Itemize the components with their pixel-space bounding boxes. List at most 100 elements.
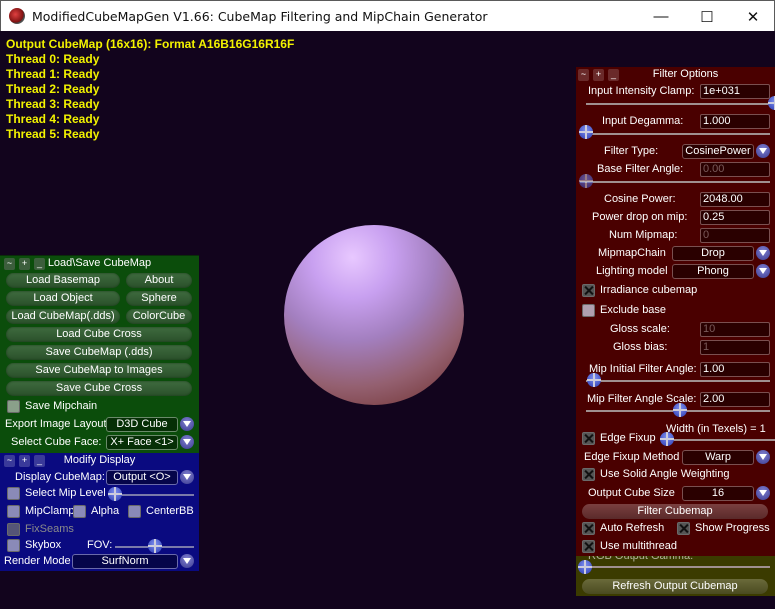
- degamma-slider-knob[interactable]: [579, 125, 593, 139]
- select-mip-level-label: Select Mip Level: [25, 487, 106, 499]
- save-cube-cross-button[interactable]: Save Cube Cross: [6, 381, 192, 396]
- close-button[interactable]: ✕: [730, 1, 775, 32]
- edge-fixup-method-dropdown[interactable]: Warp: [682, 450, 754, 465]
- chevron-down-icon[interactable]: [180, 470, 194, 484]
- base-filter-angle-label: Base Filter Angle:: [597, 163, 684, 175]
- minimize-button[interactable]: —: [638, 1, 684, 32]
- preview-sphere[interactable]: [284, 225, 464, 405]
- chevron-down-icon[interactable]: [180, 417, 194, 431]
- panel-header: Modify Display ~ + _: [0, 453, 199, 469]
- fov-slider-knob[interactable]: [148, 539, 162, 553]
- chevron-down-icon[interactable]: [756, 144, 770, 158]
- cube-face-dropdown[interactable]: X+ Face <1>: [106, 435, 178, 450]
- mip-initial-filter-angle-label: Mip Initial Filter Angle:: [589, 363, 697, 375]
- num-mipmap-field[interactable]: 0: [700, 228, 770, 243]
- save-cubemap-images-button[interactable]: Save CubeMap to Images: [6, 363, 192, 378]
- load-cubemap-dds-button[interactable]: Load CubeMap(.dds): [6, 309, 120, 324]
- status-thread-0: Thread 0: Ready: [6, 52, 100, 66]
- rgb-gamma-slider-track[interactable]: [580, 566, 770, 568]
- exclude-base-label: Exclude base: [600, 304, 667, 316]
- minimize-panel-icon[interactable]: _: [34, 455, 45, 467]
- chevron-down-icon[interactable]: [756, 486, 770, 500]
- use-multithread-checkbox[interactable]: [582, 540, 595, 553]
- output-cube-size-dropdown[interactable]: 16: [682, 486, 754, 501]
- input-intensity-clamp-label: Input Intensity Clamp:: [588, 85, 695, 97]
- about-button[interactable]: About: [126, 273, 192, 288]
- render-mode-dropdown[interactable]: SurfNorm: [72, 554, 178, 569]
- display-cubemap-label: Display CubeMap:: [15, 471, 105, 483]
- colorcube-button[interactable]: ColorCube: [126, 309, 192, 324]
- fixseams-label: FixSeams: [25, 523, 74, 535]
- base-filter-angle-slider-track[interactable]: [580, 181, 770, 183]
- intensity-clamp-slider-knob[interactable]: [768, 96, 775, 110]
- save-cubemap-dds-button[interactable]: Save CubeMap (.dds): [6, 345, 192, 360]
- mipclamp-checkbox[interactable]: [7, 505, 20, 518]
- skybox-checkbox[interactable]: [7, 539, 20, 552]
- sphere-button[interactable]: Sphere: [126, 291, 192, 306]
- irradiance-cubemap-checkbox[interactable]: [582, 284, 595, 297]
- title-bar: ModifiedCubeMapGen V1.66: CubeMap Filter…: [0, 0, 775, 31]
- filter-type-dropdown[interactable]: CosinePower: [682, 144, 754, 159]
- collapse-icon[interactable]: ~: [4, 455, 15, 467]
- mip-initial-filter-angle-field[interactable]: 1.00: [700, 362, 770, 377]
- degamma-slider-track[interactable]: [580, 133, 770, 135]
- cosine-power-field[interactable]: 2048.00: [700, 192, 770, 207]
- intensity-clamp-slider-track[interactable]: [586, 103, 772, 105]
- alpha-checkbox[interactable]: [73, 505, 86, 518]
- load-cube-cross-button[interactable]: Load Cube Cross: [6, 327, 192, 342]
- save-mipchain-checkbox[interactable]: [7, 400, 20, 413]
- minimize-panel-icon[interactable]: _: [608, 69, 619, 81]
- lighting-model-dropdown[interactable]: Phong: [672, 264, 754, 279]
- edge-fixup-checkbox[interactable]: [582, 432, 595, 445]
- base-filter-angle-slider-knob[interactable]: [579, 174, 593, 188]
- centerbb-label: CenterBB: [146, 505, 194, 517]
- mip-level-slider-knob[interactable]: [108, 487, 122, 501]
- lighting-model-label: Lighting model: [596, 265, 668, 277]
- solid-angle-weighting-label: Use Solid Angle Weighting: [600, 468, 730, 480]
- maximize-button[interactable]: ☐: [684, 1, 730, 32]
- mipmap-chain-dropdown[interactable]: Drop: [672, 246, 754, 261]
- edge-fixup-width-slider-knob[interactable]: [660, 432, 674, 446]
- export-layout-dropdown[interactable]: D3D Cube: [106, 417, 178, 432]
- collapse-icon[interactable]: ~: [4, 258, 15, 270]
- auto-refresh-checkbox[interactable]: [582, 522, 595, 535]
- chevron-down-icon[interactable]: [180, 554, 194, 568]
- mip-filter-angle-scale-field[interactable]: 2.00: [700, 392, 770, 407]
- fixseams-checkbox[interactable]: [7, 523, 20, 536]
- mip-angle-scale-slider-knob[interactable]: [673, 403, 687, 417]
- base-filter-angle-field[interactable]: 0.00: [700, 162, 770, 177]
- save-mipchain-label: Save Mipchain: [25, 400, 98, 412]
- power-drop-label: Power drop on mip:: [592, 211, 688, 223]
- expand-icon[interactable]: +: [593, 69, 604, 81]
- rgb-gamma-slider-knob[interactable]: [578, 560, 592, 574]
- load-basemap-button[interactable]: Load Basemap: [6, 273, 120, 288]
- gloss-scale-field[interactable]: 10: [700, 322, 770, 337]
- expand-icon[interactable]: +: [19, 258, 30, 270]
- input-degamma-field[interactable]: 1.000: [700, 114, 770, 129]
- chevron-down-icon[interactable]: [756, 264, 770, 278]
- solid-angle-weighting-checkbox[interactable]: [582, 468, 595, 481]
- expand-icon[interactable]: +: [19, 455, 30, 467]
- collapse-icon[interactable]: ~: [578, 69, 589, 81]
- show-progress-checkbox[interactable]: [677, 522, 690, 535]
- mip-initial-angle-slider-knob[interactable]: [587, 373, 601, 387]
- chevron-down-icon[interactable]: [756, 246, 770, 260]
- edge-fixup-label: Edge Fixup: [600, 432, 656, 444]
- select-mip-level-checkbox[interactable]: [7, 487, 20, 500]
- power-drop-field[interactable]: 0.25: [700, 210, 770, 225]
- show-progress-label: Show Progress: [695, 522, 770, 534]
- load-object-button[interactable]: Load Object: [6, 291, 120, 306]
- chevron-down-icon[interactable]: [756, 450, 770, 464]
- chevron-down-icon[interactable]: [180, 435, 194, 449]
- centerbb-checkbox[interactable]: [128, 505, 141, 518]
- edge-fixup-width-slider-track[interactable]: [661, 439, 775, 441]
- refresh-output-cubemap-button[interactable]: Refresh Output Cubemap: [582, 579, 768, 594]
- gloss-bias-field[interactable]: 1: [700, 340, 770, 355]
- display-cubemap-dropdown[interactable]: Output <O>: [106, 470, 178, 485]
- minimize-panel-icon[interactable]: _: [34, 258, 45, 270]
- exclude-base-checkbox[interactable]: [582, 304, 595, 317]
- input-intensity-clamp-field[interactable]: 1e+031: [700, 84, 770, 99]
- filter-cubemap-button[interactable]: Filter Cubemap: [582, 504, 768, 519]
- skybox-label: Skybox: [25, 539, 62, 551]
- mip-initial-angle-slider-track[interactable]: [586, 380, 770, 382]
